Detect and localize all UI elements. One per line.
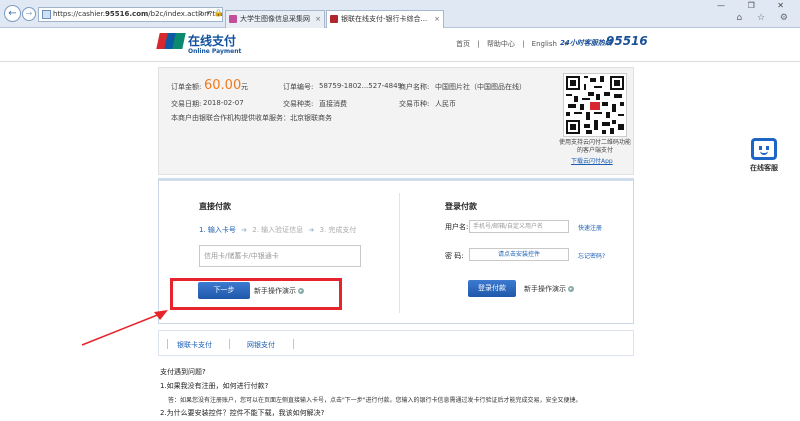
merchant-name: 中国图片社（中国图品在线） — [435, 83, 526, 91]
browser-tab-1[interactable]: 大学生图像信息采集网 × — [225, 10, 325, 28]
username-label: 用户名: — [445, 223, 469, 231]
provider-note: 本商户由银联合作机构提供收单服务：北京银联商务 — [171, 114, 332, 122]
step-2: 2. 输入验证信息 — [252, 226, 304, 234]
password-control-install[interactable]: 请点击安装控件 — [469, 248, 569, 261]
tab-favicon-icon — [330, 15, 338, 23]
tab-online-banking[interactable]: 网银支付 — [247, 340, 275, 350]
tab-favicon-icon — [229, 15, 237, 23]
qr-caption: 使用支持云闪付二维码功能的客户端支付 — [558, 139, 631, 154]
amount-label: 订单金额: — [171, 83, 202, 91]
url-host: 95516.com — [105, 10, 149, 18]
card-number-input[interactable]: 信用卡/储蓄卡/中银通卡 — [199, 245, 361, 267]
forward-arrow-icon[interactable]: → — [22, 7, 36, 21]
merchant-label: 商户名称: — [399, 83, 430, 91]
currency-value: 人民币 — [435, 100, 456, 108]
tab-separator — [229, 339, 230, 349]
date-value: 2018-02-07 — [203, 99, 244, 107]
nav-help[interactable]: 帮助中心 — [487, 40, 515, 48]
faq-question-1: 1.如果我没有注册，如何进行付款? — [160, 382, 269, 390]
logo-subtitle: Online Payment — [188, 48, 242, 55]
back-arrow-icon[interactable]: ← — [4, 5, 21, 22]
forgot-password-link[interactable]: 忘记密码? — [578, 251, 605, 260]
password-label: 密 码: — [445, 252, 464, 260]
tab-close-icon[interactable]: × — [315, 11, 321, 27]
qr-code — [563, 73, 627, 137]
faq-title: 支付遇到问题? — [160, 368, 206, 376]
arrow-right-icon: ➜ — [241, 226, 248, 234]
tab-label: 大学生图像信息采集网 — [240, 15, 310, 23]
online-support-widget[interactable]: 在线客服 — [748, 138, 780, 173]
browser-tools-icons[interactable]: ⌂ ☆ ⚙ — [736, 13, 794, 23]
panel-divider — [399, 193, 400, 313]
page-icon — [42, 10, 51, 19]
tab-label: 银联在线支付-银行卡综合... — [341, 15, 428, 23]
url-prefix: https://cashier. — [53, 10, 106, 18]
support-label: 在线客服 — [750, 164, 778, 172]
register-link[interactable]: 快速注册 — [578, 223, 602, 232]
address-bar[interactable]: https://cashier.95516.com/b2c/index.acti… — [38, 7, 223, 22]
tab-close-icon[interactable]: × — [434, 11, 440, 27]
arrow-line — [81, 313, 161, 346]
amount-unit: 元 — [241, 83, 248, 91]
payment-method-tabs: 银联卡支付 网银支付 — [158, 330, 634, 356]
direct-pay-title: 直接付款 — [199, 202, 231, 211]
window-controls[interactable]: — ❐ ✕ — [717, 1, 794, 10]
logo-title: 在线支付 — [188, 34, 237, 48]
type-label: 交易种类: — [283, 100, 314, 108]
arrow-right-icon: ➜ — [308, 226, 315, 234]
payment-steps: 1. 输入卡号 ➜ 2. 输入验证信息 ➜ 3. 完成支付 — [199, 225, 356, 235]
hotline-number: 95516 — [606, 34, 648, 48]
amount-value: 60.00 — [204, 78, 242, 93]
step-1: 1. 输入卡号 — [199, 226, 236, 234]
tab-separator — [293, 339, 294, 349]
type-value: 直接消费 — [319, 100, 347, 108]
nav-separator: | — [477, 40, 480, 48]
annotation-highlight-box — [170, 278, 342, 310]
order-info: 订单金额: 60.00 元 订单编号: 58759-1802...527-484… — [158, 67, 634, 175]
username-input[interactable]: 手机号/邮箱/自定义用户名 — [469, 220, 569, 233]
order-no: 58759-1802...527-4849 — [319, 82, 402, 90]
browser-chrome: ← → https://cashier.95516.com/b2c/index.… — [0, 0, 800, 28]
tab-separator — [167, 339, 168, 349]
top-nav: 首页 | 帮助中心 | English ▾ — [456, 39, 573, 49]
tutorial-link-label: 新手操作演示 — [524, 285, 566, 293]
nav-home[interactable]: 首页 — [456, 40, 470, 48]
order-no-label: 订单编号: — [283, 83, 314, 91]
date-label: 交易日期: — [171, 100, 202, 108]
nav-separator: | — [522, 40, 525, 48]
tab-unionpay-card[interactable]: 银联卡支付 — [177, 340, 212, 350]
site-header: 在线支付 Online Payment 首页 | 帮助中心 | English … — [0, 28, 800, 62]
faq-question-2: 2.为什么要安装控件？控件不能下载，我该如何解决? — [160, 409, 325, 417]
step-3: 3. 完成支付 — [319, 226, 357, 234]
tutorial-link-right[interactable]: 新手操作演示 ▸ — [524, 284, 574, 294]
faq-answer-1: 答：如果您没有注册账户，您可以在页面左侧直接输入卡号，点击"下一步"进行付款。您… — [168, 397, 582, 404]
browser-tab-2[interactable]: 银联在线支付-银行卡综合... × — [326, 10, 444, 28]
nav-english[interactable]: English — [532, 40, 557, 48]
download-app-link[interactable]: 下载云闪付App — [571, 156, 613, 165]
chat-face-icon — [751, 138, 777, 160]
unionpay-logo-icon — [156, 33, 186, 49]
currency-label: 交易币种: — [399, 100, 430, 108]
qr-code-image — [564, 74, 626, 136]
hotline-label: 24小时客服热线 — [560, 39, 612, 47]
login-pay-title: 登录付款 — [445, 202, 477, 211]
play-icon: ▸ — [568, 286, 574, 292]
login-pay-button[interactable]: 登录付款 — [468, 280, 516, 297]
